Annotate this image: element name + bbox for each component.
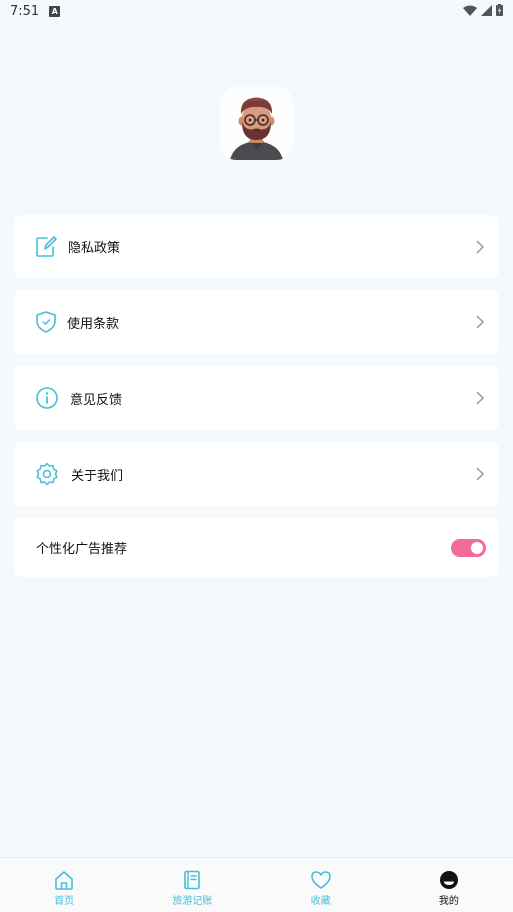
home-icon [55, 871, 73, 890]
avatar[interactable] [220, 87, 293, 160]
menu-item-label: 关于我们 [71, 468, 124, 484]
status-time: 7:51 [10, 3, 40, 19]
bottom-tab-bar: 首页 旅游记账 收藏 我的 [0, 857, 513, 912]
tab-favorites[interactable]: 收藏 [257, 858, 385, 912]
tab-label: 收藏 [310, 896, 331, 907]
info-icon [36, 387, 58, 409]
edit-note-icon [36, 235, 57, 257]
status-icons [463, 4, 503, 16]
shield-check-icon [36, 311, 56, 333]
tab-label: 我的 [438, 896, 459, 907]
tab-travel-accounting[interactable]: 旅游记账 [128, 858, 256, 912]
battery-icon [496, 4, 503, 16]
chevron-right-icon [476, 239, 485, 254]
menu-item-terms-of-use[interactable]: 使用条款 [14, 290, 499, 354]
heart-icon [310, 871, 331, 889]
tab-mine[interactable]: 我的 [385, 858, 513, 912]
menu-item-privacy-policy[interactable]: 隐私政策 [14, 215, 499, 278]
tab-label: 旅游记账 [172, 896, 213, 907]
chevron-right-icon [476, 391, 485, 405]
menu-item-label: 使用条款 [67, 316, 120, 332]
status-bar: 7:51 A [0, 0, 513, 22]
gear-icon [36, 462, 58, 486]
personalized-ads-label: 个性化广告推荐 [36, 542, 128, 557]
avatar-image [220, 87, 293, 160]
menu-item-label: 隐私政策 [68, 241, 121, 256]
wifi-icon [463, 5, 477, 16]
profile-icon [439, 871, 458, 889]
personalized-ads-setting: 个性化广告推荐 [14, 518, 499, 577]
tab-home[interactable]: 首页 [0, 858, 128, 912]
menu-item-label: 意见反馈 [70, 392, 123, 408]
chevron-right-icon [476, 467, 485, 481]
personalized-ads-toggle[interactable] [451, 538, 486, 557]
notification-icon: A [49, 5, 61, 17]
tab-label: 首页 [54, 896, 75, 907]
signal-icon [481, 4, 492, 16]
notebook-icon [184, 870, 201, 890]
chevron-right-icon [476, 315, 485, 329]
toggle-knob [471, 541, 483, 554]
menu-item-feedback[interactable]: 意见反馈 [14, 366, 499, 430]
menu-item-about-us[interactable]: 关于我们 [14, 442, 499, 506]
